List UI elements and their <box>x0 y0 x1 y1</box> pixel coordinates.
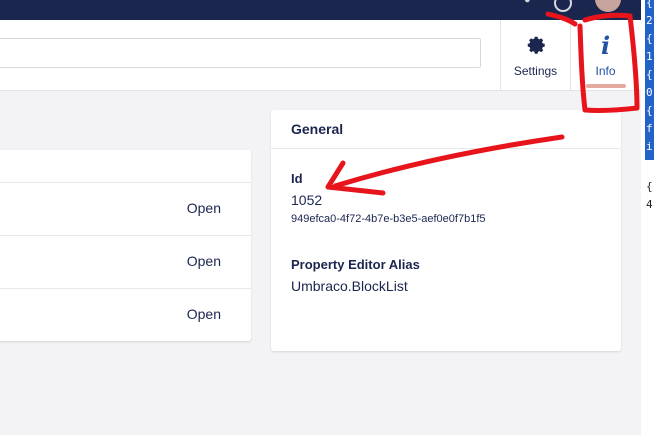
settings-label: Settings <box>513 64 558 78</box>
code-line: 0 <box>646 86 653 99</box>
open-link[interactable]: Open <box>187 253 221 269</box>
info-icon: i <box>600 31 611 60</box>
code-line: 2 <box>646 14 653 27</box>
code-line: f <box>646 122 653 135</box>
id-label: Id <box>291 171 303 186</box>
settings-app-button[interactable]: Settings <box>500 20 570 90</box>
code-line: { <box>646 104 653 117</box>
usage-list-header <box>0 150 251 183</box>
general-info-card: General Id 1052 949efca0-4f72-4b7e-b3e5-… <box>271 110 621 351</box>
code-line: i <box>646 140 653 153</box>
code-panel-strip: { 2 { 1 { 0 { f i { 4 <box>641 0 654 435</box>
open-link[interactable]: Open <box>187 200 221 216</box>
code-line: { <box>646 180 653 193</box>
open-link[interactable]: Open <box>187 306 221 322</box>
code-line: { <box>646 0 653 9</box>
active-tab-indicator <box>586 84 626 88</box>
list-item: Open <box>0 183 251 236</box>
search-icon[interactable]: ● <box>524 0 534 8</box>
name-input[interactable] <box>0 38 481 68</box>
info-app-button[interactable]: i Info <box>570 20 640 90</box>
code-line: { <box>646 32 653 45</box>
top-navigation-bar: ● <box>0 0 641 20</box>
info-label: Info <box>595 64 616 78</box>
general-card-title: General <box>271 110 621 149</box>
user-avatar[interactable] <box>595 0 621 12</box>
list-item: Open <box>0 289 251 341</box>
gear-icon <box>527 36 545 54</box>
help-icon[interactable] <box>554 0 572 12</box>
key-value: 949efca0-4f72-4b7e-b3e5-aef0e0f7b1f5 <box>291 213 486 225</box>
usage-list-card: Open Open Open <box>0 150 251 341</box>
code-line: 4 <box>646 198 653 211</box>
list-item: Open <box>0 236 251 289</box>
code-line: { <box>646 68 653 81</box>
property-editor-alias-value: Umbraco.BlockList <box>291 278 408 294</box>
editor-header: Settings i Info <box>0 20 641 91</box>
property-editor-alias-label: Property Editor Alias <box>291 257 420 272</box>
id-value: 1052 <box>291 192 323 208</box>
code-line: 1 <box>646 50 653 63</box>
